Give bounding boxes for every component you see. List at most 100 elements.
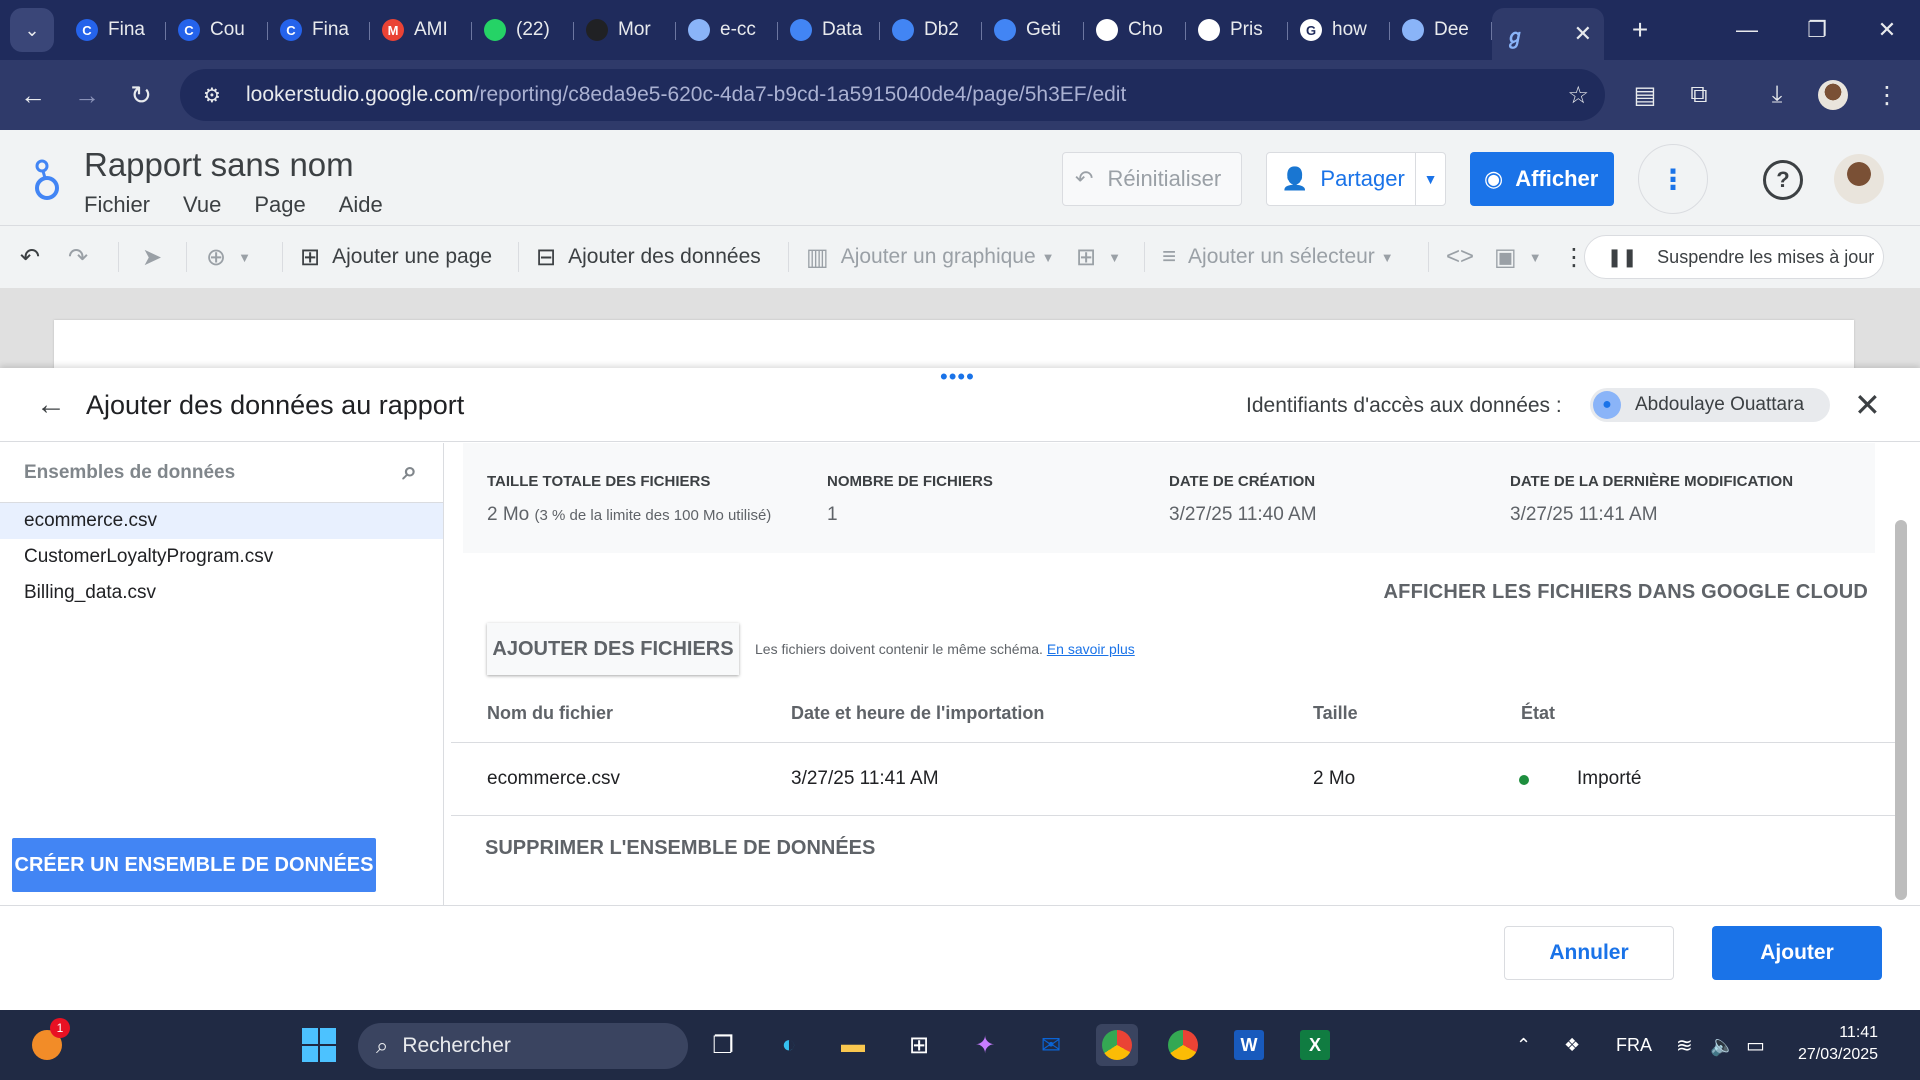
browser-menu-icon[interactable]: ⋮ bbox=[1862, 60, 1912, 130]
chrome-profile-icon[interactable] bbox=[1162, 1024, 1204, 1066]
tray-chevron-icon[interactable]: ⌃ bbox=[1516, 1010, 1531, 1080]
volume-icon[interactable]: 🔈 bbox=[1710, 1010, 1735, 1080]
add-control-grid-icon[interactable]: ⊞ ▼ bbox=[1076, 226, 1121, 288]
zoom-icon[interactable]: ⊕ ▼ bbox=[206, 226, 251, 288]
browser-tab[interactable]: Dee bbox=[1390, 8, 1492, 52]
undo-icon[interactable]: ↶ bbox=[20, 226, 52, 288]
dataset-item[interactable]: ecommerce.csv bbox=[0, 503, 443, 539]
view-in-gcloud-link[interactable]: AFFICHER LES FICHIERS DANS GOOGLE CLOUD bbox=[1384, 581, 1868, 604]
panel-scrollbar[interactable] bbox=[1895, 520, 1907, 900]
restore-icon[interactable]: ❐ bbox=[1782, 0, 1852, 60]
tab-list: C Fina C Cou C Fina M AMI (22) Mor e-cc Data Db2 Geti… bbox=[64, 0, 1492, 60]
word-icon[interactable]: W bbox=[1228, 1024, 1270, 1066]
create-dataset-button[interactable]: CRÉER UN ENSEMBLE DE DONNÉES bbox=[12, 838, 376, 892]
edge-icon[interactable]: ◐ bbox=[768, 1024, 810, 1066]
share-dropdown-caret-icon[interactable]: ▼ bbox=[1415, 153, 1445, 205]
browser-tab[interactable]: Mor bbox=[574, 8, 676, 52]
delete-dataset-button[interactable]: SUPPRIMER L'ENSEMBLE DE DONNÉES bbox=[485, 837, 875, 860]
copilot-icon[interactable]: ✦ bbox=[964, 1024, 1006, 1066]
file-explorer-icon[interactable]: ▬ bbox=[832, 1024, 874, 1066]
dataset-search[interactable]: Ensembles de données ⌕ bbox=[0, 443, 443, 503]
menu-page[interactable]: Page bbox=[254, 192, 305, 218]
add-chart-button[interactable]: ▥ Ajouter un graphique ▼ bbox=[806, 226, 1055, 288]
toolbar-divider bbox=[1428, 242, 1429, 272]
learn-more-link[interactable]: En savoir plus bbox=[1047, 641, 1135, 657]
help-icon[interactable]: ? bbox=[1763, 160, 1803, 200]
battery-icon[interactable]: ▭ bbox=[1746, 1010, 1765, 1080]
profile-avatar[interactable] bbox=[1808, 60, 1858, 130]
new-tab-button[interactable]: + bbox=[1618, 14, 1662, 46]
start-windows-icon[interactable] bbox=[298, 1024, 340, 1066]
report-title[interactable]: Rapport sans nom bbox=[84, 146, 354, 184]
dropbox-icon[interactable]: ❖ bbox=[1564, 1010, 1580, 1080]
search-icon[interactable]: ⌕ bbox=[402, 455, 417, 487]
select-cursor-icon[interactable]: ➤ bbox=[142, 226, 174, 288]
browser-tab[interactable]: C Fina bbox=[64, 8, 166, 52]
reset-button[interactable]: ↶ Réinitialiser bbox=[1062, 152, 1242, 206]
store-icon[interactable]: ⊞ bbox=[898, 1024, 940, 1066]
reload-icon[interactable]: ↻ bbox=[114, 68, 168, 122]
browser-tab[interactable]: C Fina bbox=[268, 8, 370, 52]
more-options-icon[interactable]: ⋮ bbox=[1638, 144, 1708, 214]
dataset-item[interactable]: CustomerLoyaltyProgram.csv bbox=[0, 539, 443, 575]
task-view-icon[interactable]: ❐ bbox=[702, 1024, 744, 1066]
language-indicator[interactable]: FRA bbox=[1616, 1010, 1652, 1080]
browser-tab[interactable]: Ghow bbox=[1288, 8, 1390, 52]
close-window-icon[interactable]: ✕ bbox=[1852, 0, 1920, 60]
image-icon[interactable]: ▣ ▼ bbox=[1494, 226, 1542, 288]
pause-icon: ❚❚ bbox=[1607, 246, 1638, 267]
browser-tab[interactable]: Db2 bbox=[880, 8, 982, 52]
looker-studio-logo-icon[interactable] bbox=[30, 158, 64, 202]
add-button[interactable]: Ajouter bbox=[1712, 926, 1882, 980]
tab-close-icon[interactable]: ✕ bbox=[1574, 21, 1592, 47]
chrome-icon[interactable] bbox=[1096, 1024, 1138, 1066]
add-files-button[interactable]: AJOUTER DES FICHIERS bbox=[487, 623, 739, 675]
share-button[interactable]: 👤 Partager ▼ bbox=[1266, 152, 1446, 206]
file-count-info: NOMBRE DE FICHIERS 1 bbox=[827, 473, 993, 525]
bookmark-star-icon[interactable]: ☆ bbox=[1567, 81, 1589, 110]
add-page-button[interactable]: ⊞ Ajouter une page bbox=[300, 226, 492, 288]
browser-tab[interactable]: M AMI bbox=[370, 8, 472, 52]
download-icon[interactable]: ⤓ bbox=[1752, 60, 1802, 130]
tab-search-chevron-icon[interactable]: ⌄ bbox=[10, 8, 54, 52]
add-data-button[interactable]: ⊟ Ajouter des données bbox=[536, 226, 761, 288]
reading-list-icon[interactable]: ▤ bbox=[1620, 60, 1670, 130]
menu-file[interactable]: Fichier bbox=[84, 192, 150, 218]
wifi-icon[interactable]: ≋ bbox=[1676, 1010, 1693, 1080]
back-icon[interactable]: ← bbox=[6, 68, 60, 122]
canva-icon: C bbox=[178, 19, 200, 41]
browser-tab[interactable]: Data bbox=[778, 8, 880, 52]
user-avatar[interactable] bbox=[1834, 154, 1884, 204]
browser-tab[interactable]: C Cou bbox=[166, 8, 268, 52]
redo-icon[interactable]: ↷ bbox=[68, 226, 100, 288]
forward-icon[interactable]: → bbox=[60, 68, 114, 122]
credentials-chip[interactable]: ● Abdoulaye Ouattara bbox=[1590, 388, 1830, 422]
menu-help[interactable]: Aide bbox=[339, 192, 383, 218]
browser-tab[interactable]: e-cc bbox=[676, 8, 778, 52]
menu-view[interactable]: Vue bbox=[183, 192, 221, 218]
back-arrow-icon[interactable]: ← bbox=[36, 388, 66, 422]
browser-tab[interactable]: Pris bbox=[1186, 8, 1288, 52]
extensions-icon[interactable]: ⧉ bbox=[1674, 60, 1724, 130]
minimize-icon[interactable]: — bbox=[1712, 0, 1782, 60]
notification-badge: 1 bbox=[50, 1018, 70, 1038]
outlook-icon[interactable]: ✉ bbox=[1030, 1024, 1072, 1066]
list-icon bbox=[688, 19, 710, 41]
tab-active-looker[interactable]: ℊ ✕ bbox=[1492, 8, 1604, 60]
browser-tab[interactable]: Geti bbox=[982, 8, 1084, 52]
close-panel-icon[interactable]: ✕ bbox=[1854, 386, 1881, 424]
taskbar-search[interactable]: ⌕ Rechercher bbox=[358, 1023, 688, 1069]
suspend-updates-button[interactable]: ❚❚ Suspendre les mises à jour bbox=[1584, 235, 1884, 279]
view-button[interactable]: ◉ Afficher bbox=[1470, 152, 1614, 206]
omnibox[interactable]: ⚙ lookerstudio.google.com/reporting/c8ed… bbox=[180, 69, 1605, 121]
dataset-item[interactable]: Billing_data.csv bbox=[0, 575, 443, 611]
browser-tab[interactable]: Cho bbox=[1084, 8, 1186, 52]
embed-code-icon[interactable]: <> bbox=[1446, 226, 1486, 288]
add-selector-button[interactable]: ≡ Ajouter un sélecteur ▼ bbox=[1162, 226, 1394, 288]
tab-label: Fina bbox=[108, 19, 145, 40]
system-clock[interactable]: 11:41 27/03/2025 bbox=[1798, 1022, 1878, 1066]
excel-icon[interactable]: X bbox=[1294, 1024, 1336, 1066]
browser-tab[interactable]: (22) bbox=[472, 8, 574, 52]
site-info-icon[interactable]: ⚙ bbox=[192, 83, 232, 108]
cancel-button[interactable]: Annuler bbox=[1504, 926, 1674, 980]
